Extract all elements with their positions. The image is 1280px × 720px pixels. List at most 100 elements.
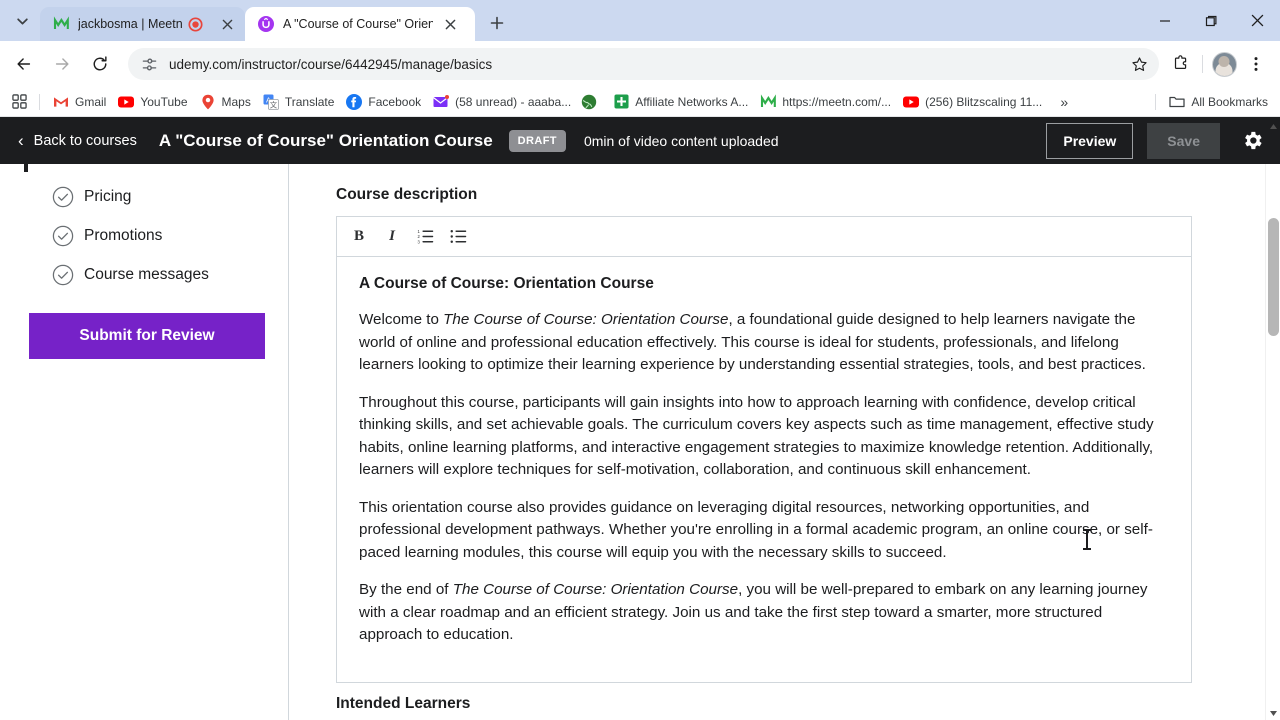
three-dot-menu-icon[interactable] bbox=[1240, 48, 1272, 80]
translate-icon: A 文 bbox=[263, 94, 279, 110]
save-button[interactable]: Save bbox=[1147, 122, 1220, 159]
ordered-list-icon: 1 2 3 bbox=[417, 229, 433, 244]
tab-search-button[interactable] bbox=[8, 7, 36, 35]
bookmark-mail-unread[interactable]: (58 unread) - aaaba... bbox=[427, 90, 577, 114]
unordered-list-icon bbox=[450, 230, 466, 243]
sidebar-item-course-messages[interactable]: Course messages bbox=[0, 255, 288, 294]
sidebar-scroll-marker bbox=[24, 164, 28, 172]
tab-title: jackbosma | Meetn bbox=[78, 17, 183, 31]
back-button[interactable] bbox=[8, 48, 40, 80]
meetn-icon bbox=[760, 93, 777, 110]
italic-button[interactable]: I bbox=[376, 221, 408, 253]
submit-for-review-button[interactable]: Submit for Review bbox=[29, 313, 265, 359]
all-bookmarks-button[interactable]: All Bookmarks bbox=[1163, 90, 1274, 114]
bookmarks-overflow-button[interactable]: » bbox=[1052, 90, 1076, 114]
check-circle-icon bbox=[52, 225, 74, 247]
bookmark-translate[interactable]: A 文 Translate bbox=[257, 90, 341, 114]
sidebar-item-pricing[interactable]: Pricing bbox=[0, 177, 288, 216]
sidebar-item-promotions[interactable]: Promotions bbox=[0, 216, 288, 255]
bookmark-label: YouTube bbox=[140, 94, 188, 109]
page-viewport: Use 1 or 2 related keywords, and mention… bbox=[0, 117, 1280, 720]
sidebar-item-label: Pricing bbox=[84, 187, 132, 205]
address-bar[interactable]: udemy.com/instructor/course/6442945/mana… bbox=[128, 48, 1159, 80]
green-cross-icon bbox=[613, 94, 629, 110]
main-content: Course description B I 1 2 3 A Course of… bbox=[289, 164, 1255, 720]
browser-tab-0[interactable]: jackbosma | Meetn bbox=[40, 7, 245, 41]
folder-icon bbox=[1169, 94, 1185, 110]
youtube-icon bbox=[903, 94, 920, 110]
youtube-icon bbox=[118, 94, 135, 110]
course-manage-header: ‹ Back to courses A "Course of Course" O… bbox=[0, 117, 1280, 164]
bookmark-youtube[interactable]: YouTube bbox=[112, 90, 193, 114]
bookmark-label: https://meetn.com/... bbox=[782, 94, 892, 109]
window-controls bbox=[1142, 0, 1280, 41]
description-text-area[interactable]: A Course of Course: Orientation Course W… bbox=[337, 257, 1191, 682]
italic-glyph: I bbox=[389, 228, 395, 244]
all-bookmarks-group: All Bookmarks bbox=[1148, 90, 1274, 114]
text-cursor bbox=[1083, 529, 1091, 550]
bookmark-maps[interactable]: Maps bbox=[194, 90, 257, 114]
status-badge: DRAFT bbox=[508, 129, 566, 152]
maximize-button[interactable] bbox=[1188, 0, 1234, 41]
recording-indicator-icon bbox=[187, 16, 204, 33]
scrollbar-thumb[interactable] bbox=[1268, 218, 1279, 336]
page-title: A "Course of Course" Orientation Course bbox=[158, 130, 493, 150]
browser-toolbar: udemy.com/instructor/course/6442945/mana… bbox=[0, 41, 1280, 87]
forward-button[interactable] bbox=[46, 48, 78, 80]
header-actions: Preview Save bbox=[1046, 122, 1266, 159]
check-circle-icon bbox=[52, 264, 74, 286]
editor-toolbar: B I 1 2 3 bbox=[337, 217, 1191, 257]
gear-icon[interactable] bbox=[1238, 127, 1266, 155]
description-paragraph-2: Throughout this course, participants wil… bbox=[359, 393, 1154, 479]
profile-avatar[interactable] bbox=[1208, 48, 1240, 80]
back-to-courses-link[interactable]: Back to courses bbox=[34, 133, 137, 149]
new-tab-button[interactable] bbox=[483, 9, 511, 37]
tab-close-button[interactable] bbox=[440, 14, 460, 34]
bookmark-star-icon[interactable] bbox=[1125, 50, 1153, 78]
toolbar-divider bbox=[1202, 55, 1203, 73]
bookmark-globe[interactable] bbox=[577, 90, 607, 114]
check-circle-icon bbox=[52, 186, 74, 208]
bookmark-facebook[interactable]: Facebook bbox=[340, 90, 427, 114]
scroll-up-arrow[interactable] bbox=[1266, 119, 1280, 133]
url-text: udemy.com/instructor/course/6442945/mana… bbox=[169, 56, 493, 72]
bookmark-label: (58 unread) - aaaba... bbox=[455, 94, 572, 109]
reload-button[interactable] bbox=[84, 48, 116, 80]
bookmark-blitzscaling[interactable]: (256) Blitzscaling 11... bbox=[897, 90, 1048, 114]
p4-lead: By the end of bbox=[359, 581, 453, 598]
sidebar-item-label: Promotions bbox=[84, 226, 163, 244]
maps-icon bbox=[200, 94, 216, 110]
minimize-button[interactable] bbox=[1142, 0, 1188, 41]
scroll-down-arrow[interactable] bbox=[1266, 706, 1280, 720]
description-editor[interactable]: B I 1 2 3 A Course of Course: Orientatio… bbox=[336, 216, 1192, 683]
bookmark-meetn[interactable]: https://meetn.com/... bbox=[754, 90, 897, 114]
globe-icon bbox=[581, 94, 597, 110]
p4-emphasis: The Course of Course: Orientation Course bbox=[452, 581, 739, 598]
description-paragraph-3: This orientation course also provides gu… bbox=[359, 498, 1153, 561]
bookmark-label: Facebook bbox=[368, 94, 422, 109]
bookmark-label: Maps bbox=[221, 94, 251, 109]
bold-glyph: B bbox=[353, 228, 364, 244]
bookmark-gmail[interactable]: Gmail bbox=[47, 90, 112, 114]
bookmark-label: Gmail bbox=[75, 94, 107, 109]
close-button[interactable] bbox=[1234, 0, 1280, 41]
preview-button[interactable]: Preview bbox=[1046, 122, 1134, 159]
extensions-puzzle-icon[interactable] bbox=[1165, 48, 1197, 80]
bookmark-label: Affiliate Networks A... bbox=[635, 94, 749, 109]
site-settings-icon[interactable] bbox=[138, 53, 160, 75]
chevron-left-icon: ‹ bbox=[18, 131, 24, 150]
p1-emphasis: The Course of Course: Orientation Course bbox=[443, 311, 729, 328]
bold-button[interactable]: B bbox=[343, 221, 375, 253]
tab-close-button[interactable] bbox=[217, 14, 237, 34]
ordered-list-button[interactable]: 1 2 3 bbox=[409, 221, 441, 253]
page-scrollbar[interactable] bbox=[1265, 123, 1280, 720]
unordered-list-button[interactable] bbox=[442, 221, 474, 253]
browser-tab-1[interactable]: A "Course of Course" Orientatio bbox=[245, 7, 475, 41]
tab-title: A "Course of Course" Orientatio bbox=[283, 17, 433, 31]
bookmark-affiliate-networks[interactable]: Affiliate Networks A... bbox=[607, 90, 754, 114]
facebook-icon bbox=[346, 93, 363, 110]
apps-grid-icon[interactable] bbox=[6, 90, 32, 114]
bookmark-label: Translate bbox=[284, 94, 335, 109]
bookmarks-divider-right bbox=[1155, 93, 1157, 110]
browser-window: jackbosma | Meetn A "Course of Course" O… bbox=[0, 0, 1280, 720]
